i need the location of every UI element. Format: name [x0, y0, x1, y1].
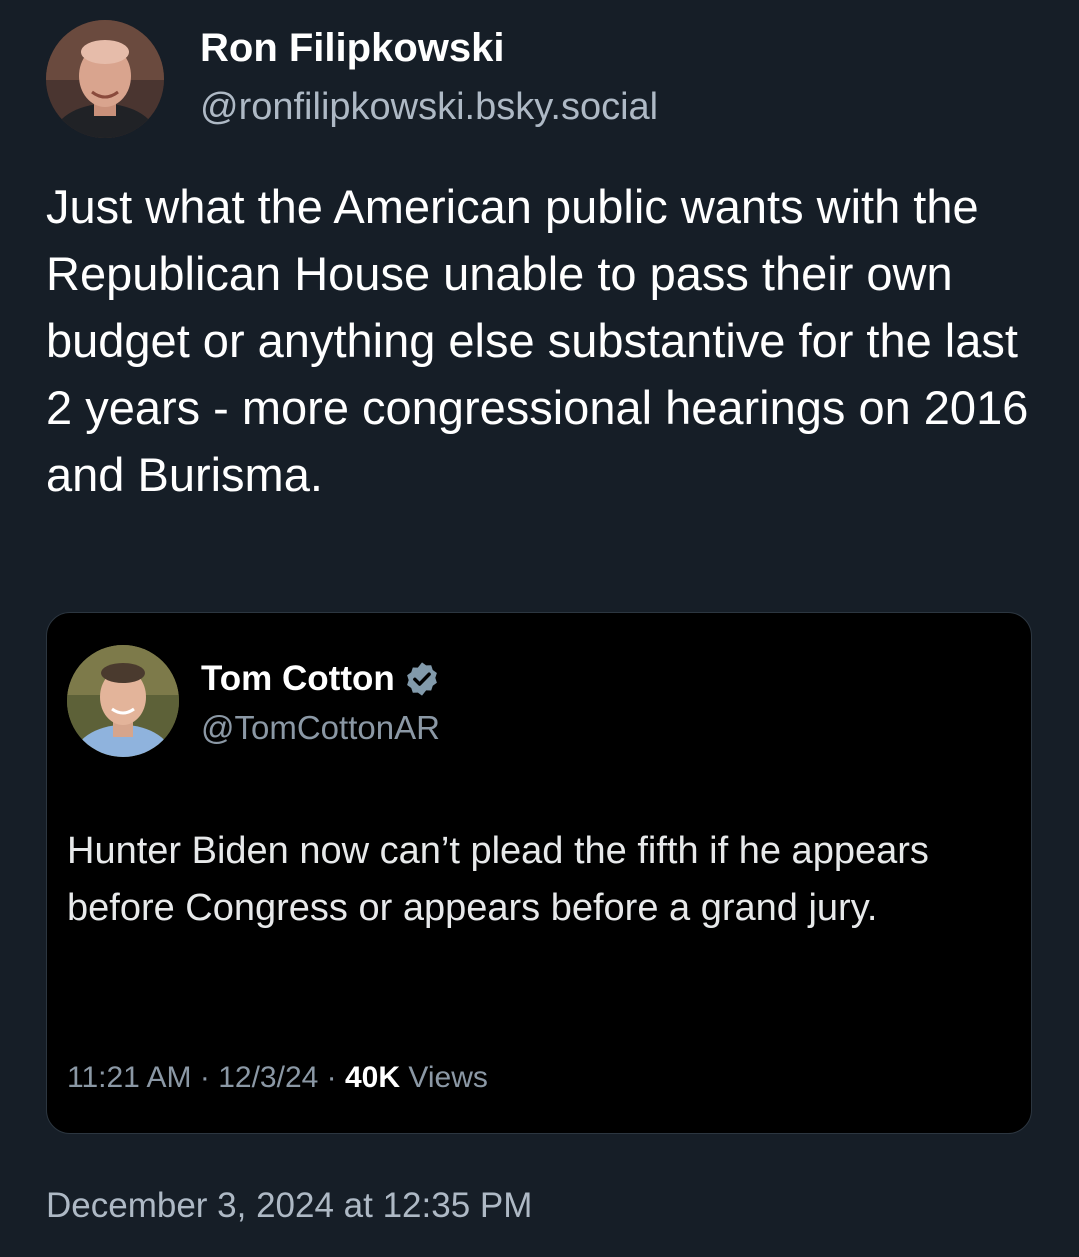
quoted-author-row: Tom Cotton: [201, 659, 441, 699]
views-label: Views: [408, 1061, 488, 1094]
quoted-author-name[interactable]: Tom Cotton: [201, 659, 395, 699]
quoted-post-meta: 11:21 AM · 12/3/24 · 40K Views: [67, 1061, 488, 1095]
meta-separator: ·: [199, 1061, 210, 1094]
author-avatar[interactable]: [46, 20, 164, 138]
quoted-post-text: Hunter Biden now can’t plead the fifth i…: [67, 830, 929, 929]
quoted-post-time: 11:21 AM: [67, 1061, 192, 1094]
quoted-author-avatar[interactable]: [67, 645, 179, 757]
author-handle[interactable]: @ronfilipkowski.bsky.social: [200, 86, 658, 129]
bluesky-post: Ron Filipkowski @ronfilipkowski.bsky.soc…: [0, 0, 1079, 1257]
post-timestamp[interactable]: December 3, 2024 at 12:35 PM: [46, 1186, 532, 1226]
views-count: 40K: [345, 1061, 401, 1094]
meta-separator: ·: [326, 1061, 337, 1094]
post-text: Just what the American public wants with…: [46, 180, 1029, 501]
quoted-post-card[interactable]: Tom Cotton @TomCottonAR Hunter Biden now…: [46, 612, 1032, 1134]
author-name[interactable]: Ron Filipkowski: [200, 26, 504, 71]
quoted-post-date: 12/3/24: [218, 1061, 319, 1094]
quoted-author-handle[interactable]: @TomCottonAR: [201, 709, 440, 747]
verified-badge-icon: [403, 660, 441, 698]
user-avatar-icon: [46, 20, 164, 138]
user-avatar-icon: [67, 645, 179, 757]
